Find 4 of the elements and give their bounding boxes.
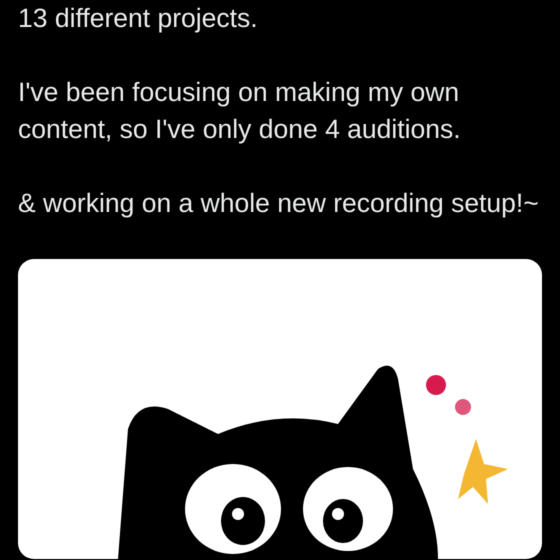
post-text: 13 different projects. <box>18 2 259 35</box>
post-text: & working on a whole new recording setup!~ <box>18 187 540 220</box>
post-text: I've been focusing on making my own content, so I've only done 4 auditions. <box>18 76 462 146</box>
image-card[interactable] <box>18 259 542 559</box>
